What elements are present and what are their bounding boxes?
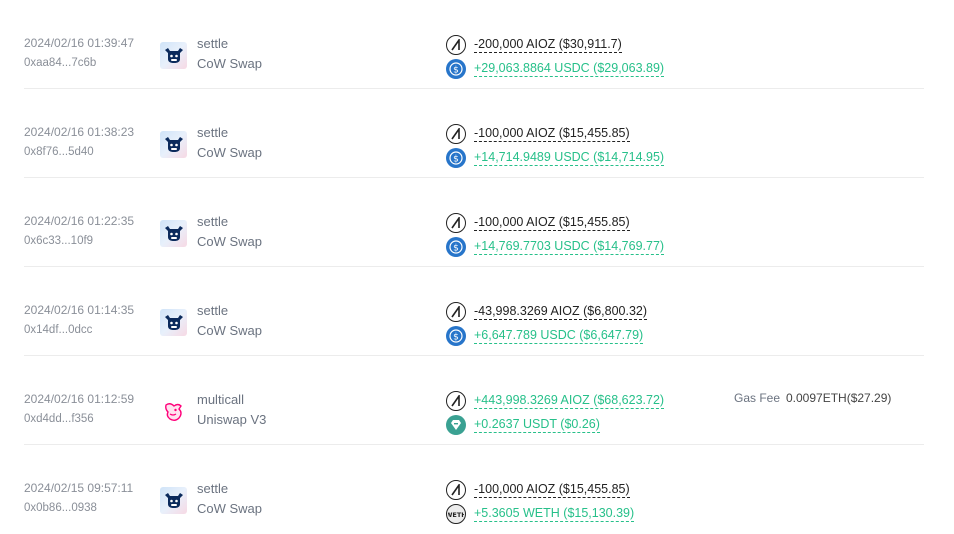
token-transfer: -100,000 AIOZ ($15,455.85) bbox=[446, 213, 630, 233]
aioz-icon bbox=[446, 35, 466, 55]
tx-protocol: CoW Swap bbox=[197, 323, 263, 338]
token-amount-link[interactable]: +6,647.789 USDC ($6,647.79) bbox=[474, 328, 644, 344]
tx-method: settle bbox=[197, 214, 229, 229]
tx-hash-link[interactable]: 0x8f76...5d40 bbox=[24, 146, 94, 158]
tx-hash-link[interactable]: 0xaa84...7c6b bbox=[24, 57, 96, 69]
tx-method: settle bbox=[197, 36, 229, 51]
token-transfer: -43,998.3269 AIOZ ($6,800.32) bbox=[446, 302, 648, 322]
aioz-icon bbox=[446, 391, 466, 411]
aioz-icon bbox=[446, 302, 466, 322]
token-amount-link[interactable]: -200,000 AIOZ ($30,911.7) bbox=[474, 37, 622, 53]
token-transfer: -100,000 AIOZ ($15,455.85) bbox=[446, 480, 630, 500]
aioz-icon bbox=[446, 213, 466, 233]
token-amount-link[interactable]: +0.2637 USDT ($0.26) bbox=[474, 417, 600, 433]
tx-hash-link[interactable]: 0x0b86...0938 bbox=[24, 502, 97, 514]
tx-time: 2024/02/16 01:38:23 bbox=[24, 125, 135, 139]
token-amount-link[interactable]: -100,000 AIOZ ($15,455.85) bbox=[474, 482, 630, 498]
tx-time: 2024/02/16 01:14:35 bbox=[24, 303, 135, 317]
usdc-icon: $ bbox=[446, 59, 466, 79]
tx-hash-link[interactable]: 0x14df...0dcc bbox=[24, 324, 92, 336]
tx-method: settle bbox=[197, 303, 229, 318]
token-amount-link[interactable]: +443,998.3269 AIOZ ($68,623.72) bbox=[474, 393, 665, 409]
cow-icon bbox=[160, 220, 187, 247]
tx-time: 2024/02/16 01:39:47 bbox=[24, 36, 135, 50]
tx-time: 2024/02/16 01:22:35 bbox=[24, 214, 135, 228]
token-amount-link[interactable]: -43,998.3269 AIOZ ($6,800.32) bbox=[474, 304, 648, 320]
token-transfer: WETH +5.3605 WETH ($15,130.39) bbox=[446, 504, 635, 524]
tx-protocol: CoW Swap bbox=[197, 145, 263, 160]
transaction-row: 2024/02/16 01:14:35 0x14df...0dcc settle… bbox=[24, 267, 924, 356]
usdc-icon: $ bbox=[446, 237, 466, 257]
transaction-row: 2024/02/16 01:39:47 0xaa84...7c6b settle… bbox=[24, 0, 924, 89]
token-transfer: $ +6,647.789 USDC ($6,647.79) bbox=[446, 326, 644, 346]
svg-text:$: $ bbox=[453, 66, 459, 76]
tx-protocol: CoW Swap bbox=[197, 234, 263, 249]
token-transfer: -200,000 AIOZ ($30,911.7) bbox=[446, 35, 622, 55]
usdc-icon: $ bbox=[446, 148, 466, 168]
transaction-row: 2024/02/16 01:38:23 0x8f76...5d40 settle… bbox=[24, 89, 924, 178]
tx-method: settle bbox=[197, 125, 229, 140]
transaction-row: 2024/02/16 01:12:59 0xd4dd...f356 multic… bbox=[24, 356, 924, 445]
token-transfer: -100,000 AIOZ ($15,455.85) bbox=[446, 124, 630, 144]
tx-protocol: CoW Swap bbox=[197, 501, 263, 516]
token-transfer: $ +29,063.8864 USDC ($29,063.89) bbox=[446, 59, 665, 79]
token-amount-link[interactable]: -100,000 AIOZ ($15,455.85) bbox=[474, 215, 630, 231]
weth-icon: WETH bbox=[446, 504, 466, 524]
tx-protocol: Uniswap V3 bbox=[197, 412, 267, 427]
cow-icon bbox=[160, 309, 187, 336]
svg-text:$: $ bbox=[453, 155, 459, 165]
usdt-icon bbox=[446, 415, 466, 435]
gas-fee-value: 0.0097ETH($27.29) bbox=[786, 391, 892, 405]
token-transfer: +443,998.3269 AIOZ ($68,623.72) bbox=[446, 391, 665, 411]
tx-protocol: CoW Swap bbox=[197, 56, 263, 71]
aioz-icon bbox=[446, 480, 466, 500]
tx-hash-link[interactable]: 0xd4dd...f356 bbox=[24, 413, 94, 425]
transaction-list: 2024/02/16 01:39:47 0xaa84...7c6b settle… bbox=[24, 0, 924, 533]
svg-text:$: $ bbox=[453, 244, 459, 254]
unicorn-icon bbox=[160, 398, 187, 425]
token-amount-link[interactable]: -100,000 AIOZ ($15,455.85) bbox=[474, 126, 630, 142]
aioz-icon bbox=[446, 124, 466, 144]
token-amount-link[interactable]: +14,714.9489 USDC ($14,714.95) bbox=[474, 150, 665, 166]
token-amount-link[interactable]: +29,063.8864 USDC ($29,063.89) bbox=[474, 61, 665, 77]
gas-fee-label: Gas Fee bbox=[734, 391, 781, 405]
token-amount-link[interactable]: +5.3605 WETH ($15,130.39) bbox=[474, 506, 635, 522]
svg-text:WETH: WETH bbox=[448, 511, 464, 519]
transaction-row: 2024/02/16 01:22:35 0x6c33...10f9 settle… bbox=[24, 178, 924, 267]
tx-method: multicall bbox=[197, 392, 244, 407]
token-transfer: $ +14,769.7703 USDC ($14,769.77) bbox=[446, 237, 665, 257]
token-transfer: +0.2637 USDT ($0.26) bbox=[446, 415, 600, 435]
tx-hash-link[interactable]: 0x6c33...10f9 bbox=[24, 235, 93, 247]
token-transfer: $ +14,714.9489 USDC ($14,714.95) bbox=[446, 148, 665, 168]
cow-icon bbox=[160, 487, 187, 514]
usdc-icon: $ bbox=[446, 326, 466, 346]
transaction-row: 2024/02/15 09:57:11 0x0b86...0938 settle… bbox=[24, 445, 924, 533]
tx-method: settle bbox=[197, 481, 229, 496]
cow-icon bbox=[160, 131, 187, 158]
token-amount-link[interactable]: +14,769.7703 USDC ($14,769.77) bbox=[474, 239, 665, 255]
svg-text:$: $ bbox=[453, 333, 459, 343]
tx-time: 2024/02/16 01:12:59 bbox=[24, 392, 135, 406]
tx-time: 2024/02/15 09:57:11 bbox=[24, 481, 134, 495]
cow-icon bbox=[160, 42, 187, 69]
